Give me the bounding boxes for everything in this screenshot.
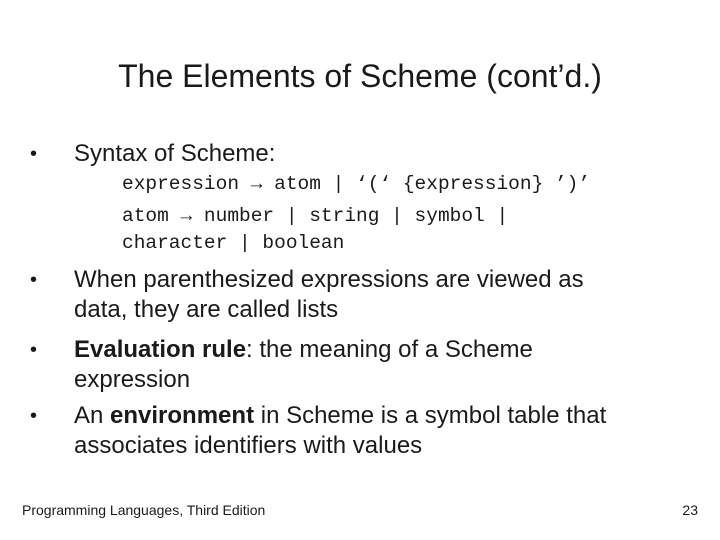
grammar-line-expression: expression → atom | ‘(‘ {expression} ’)’ [122,173,591,195]
term-environment: environment [110,402,255,429]
bullet-text-line2: data, they are called lists [74,296,339,323]
bullet-text: Syntax of Scheme: [74,140,276,167]
bullet-text-rest: : the meaning of a Scheme [246,336,533,363]
footer-page-number: 23 [682,502,698,518]
bullet-text-pre: An [74,402,111,429]
bullet-text-line1: Evaluation rule: the meaning of a Scheme [74,335,694,365]
bullet-text-rest: in Scheme is a symbol table that [254,402,607,429]
bullet-icon: • [30,143,38,165]
bullet-icon: • [30,269,38,291]
grammar-line-atom-cont: character | boolean [122,232,345,254]
bullet-icon: • [30,405,38,427]
bullet-text-line1: An environment in Scheme is a symbol tab… [74,401,694,431]
bullet-text-line1: When parenthesized expressions are viewe… [74,266,584,293]
bullet-icon: • [30,339,38,361]
footer-book-title: Programming Languages, Third Edition [22,502,266,518]
bullet-text-line2: expression [74,366,191,393]
grammar-line-atom: atom → number | string | symbol | [122,205,509,227]
bullet-text-line2: associates identifiers with values [74,432,423,459]
slide-title: The Elements of Scheme (cont’d.) [118,58,602,94]
term-evaluation-rule: Evaluation rule [74,336,247,363]
